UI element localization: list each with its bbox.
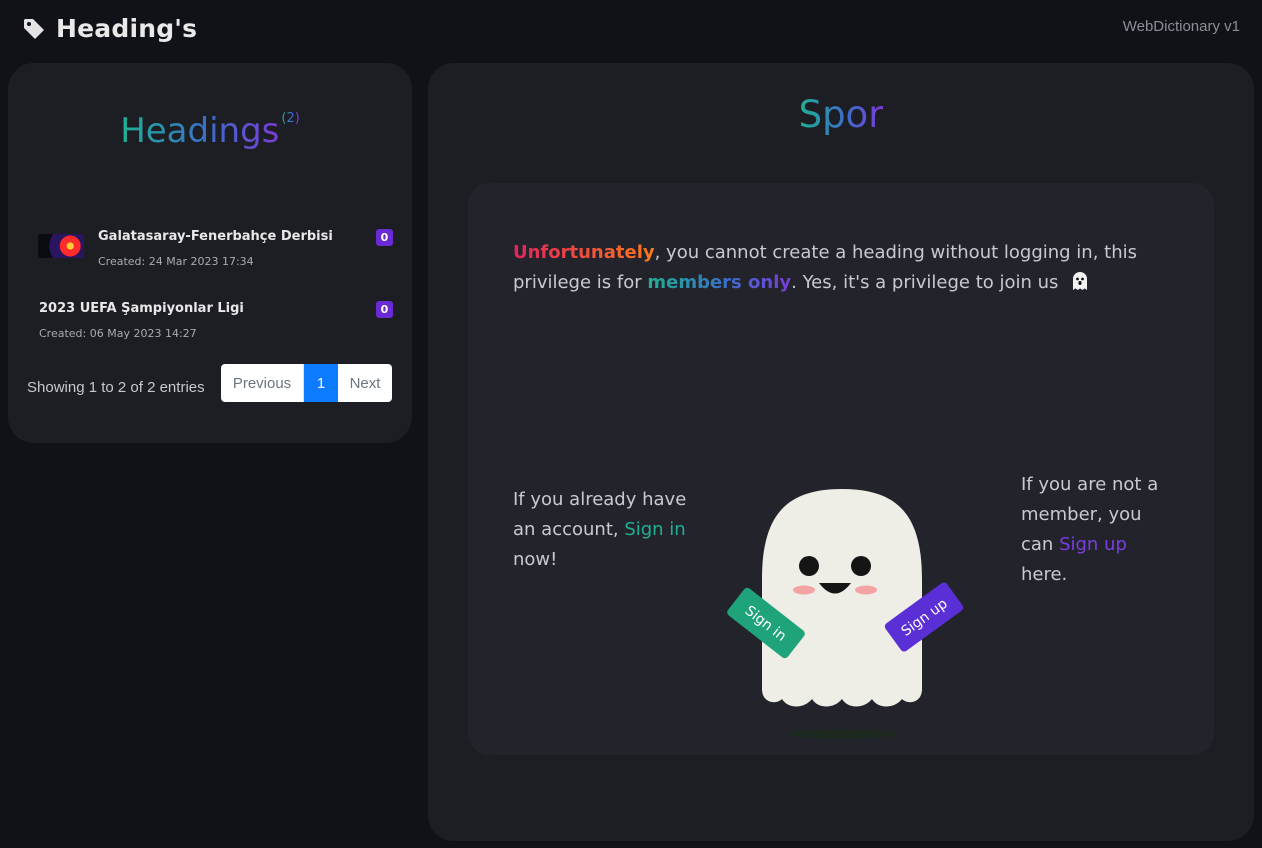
warning-word: Unfortunately <box>513 242 655 263</box>
signup-link[interactable]: Sign up <box>1059 534 1127 555</box>
page-1-button[interactable]: 1 <box>304 364 338 402</box>
heading-created-date: Created: 24 Mar 2023 17:34 <box>98 255 254 268</box>
login-required-notice: Unfortunately, you cannot create a headi… <box>513 238 1153 298</box>
heading-created-date: Created: 06 May 2023 14:27 <box>39 327 197 340</box>
top-bar: Heading's WebDictionary v1 <box>0 0 1262 60</box>
pagination: Previous 1 Next <box>221 364 392 402</box>
headings-count: (2) <box>281 111 300 126</box>
signin-prompt: If you already have an account, Sign in … <box>513 485 693 575</box>
ghost-mascot: Sign in Sign up <box>727 489 964 707</box>
entry-count-badge: 0 <box>376 301 393 318</box>
headings-title: Headings (2) <box>8 111 412 151</box>
signup-prompt: If you are not a member, you can Sign up… <box>1021 470 1171 590</box>
heading-name[interactable]: Galatasaray-Fenerbahçe Derbisi <box>98 229 333 244</box>
ghost-emoji-icon <box>1073 272 1088 290</box>
heading-name[interactable]: 2023 UEFA Şampiyonlar Ligi <box>39 301 244 316</box>
ghost-left-eye <box>799 556 819 576</box>
login-required-panel: Unfortunately, you cannot create a headi… <box>468 183 1214 755</box>
ghost-right-cheek <box>855 585 877 595</box>
previous-page-button[interactable]: Previous <box>221 364 304 402</box>
heading-list-item[interactable]: Galatasaray-Fenerbahçe Derbisi Created: … <box>38 229 393 273</box>
headings-card: Headings (2) Galatasaray-Fenerbahçe Derbi… <box>8 63 412 443</box>
main-content-card: Spor Unfortunately, you cannot create a … <box>428 63 1254 841</box>
tag-icon <box>24 18 44 39</box>
members-only-text: members only <box>647 272 792 293</box>
app-version-label: WebDictionary v1 <box>1122 18 1240 35</box>
ghost-shadow <box>788 729 898 739</box>
section-title: Spor <box>428 93 1254 136</box>
section-title-text: Spor <box>798 93 884 136</box>
page-title: Heading's <box>56 14 198 43</box>
heading-list-item[interactable]: 2023 UEFA Şampiyonlar Ligi Created: 06 M… <box>38 301 393 345</box>
signin-prompt-text-2: now! <box>513 549 558 570</box>
signup-prompt-text-2: here. <box>1021 564 1068 585</box>
ghost-left-cheek <box>793 585 815 595</box>
entry-count-badge: 0 <box>376 229 393 246</box>
page-header: Heading's <box>22 14 197 43</box>
entries-info: Showing 1 to 2 of 2 entries <box>27 379 205 396</box>
next-page-button[interactable]: Next <box>338 364 392 402</box>
ghost-illustration: Sign in Sign up <box>718 393 978 743</box>
ghost-right-eye <box>851 556 871 576</box>
notice-text-2: . Yes, it's a privilege to join us <box>791 272 1059 293</box>
signin-link[interactable]: Sign in <box>624 519 685 540</box>
headings-title-text: Headings <box>120 111 280 151</box>
ghost-body <box>762 489 922 707</box>
heading-thumbnail <box>38 234 84 258</box>
